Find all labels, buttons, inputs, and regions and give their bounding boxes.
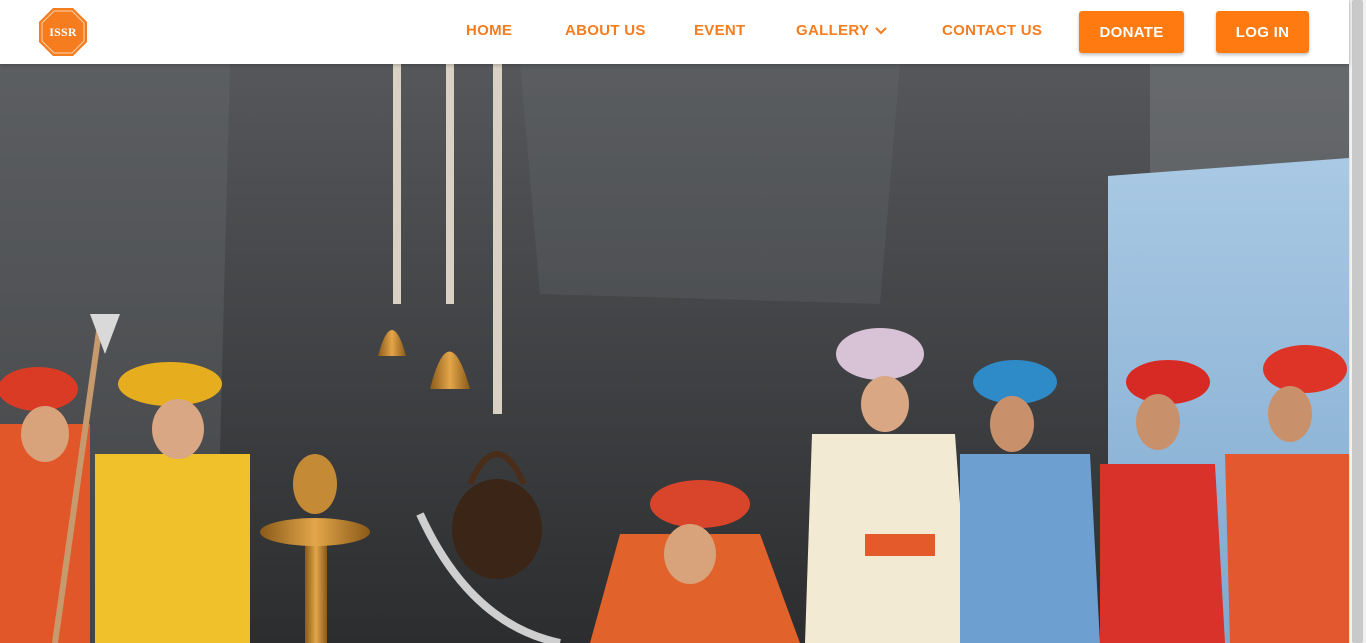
chevron-down-icon[interactable] xyxy=(874,24,888,38)
donate-button[interactable]: DONATE xyxy=(1079,11,1184,53)
nav-home[interactable]: HOME xyxy=(466,22,512,39)
nav-about-us[interactable]: ABOUT US xyxy=(565,22,646,39)
hero-image xyxy=(0,64,1349,643)
nav-gallery[interactable]: GALLERY xyxy=(796,22,869,39)
login-button[interactable]: LOG IN xyxy=(1216,11,1309,53)
nav-contact-us[interactable]: CONTACT US xyxy=(942,22,1042,39)
issr-logo[interactable]: ISSR xyxy=(38,7,88,57)
site-header: ISSR HOME ABOUT US EVENT GALLERY CONTACT… xyxy=(0,0,1349,64)
logo-text: ISSR xyxy=(49,24,77,39)
nav-event[interactable]: EVENT xyxy=(694,22,746,39)
sculpture-scene xyxy=(0,64,1349,643)
page-scrollbar-thumb[interactable] xyxy=(1352,0,1363,643)
